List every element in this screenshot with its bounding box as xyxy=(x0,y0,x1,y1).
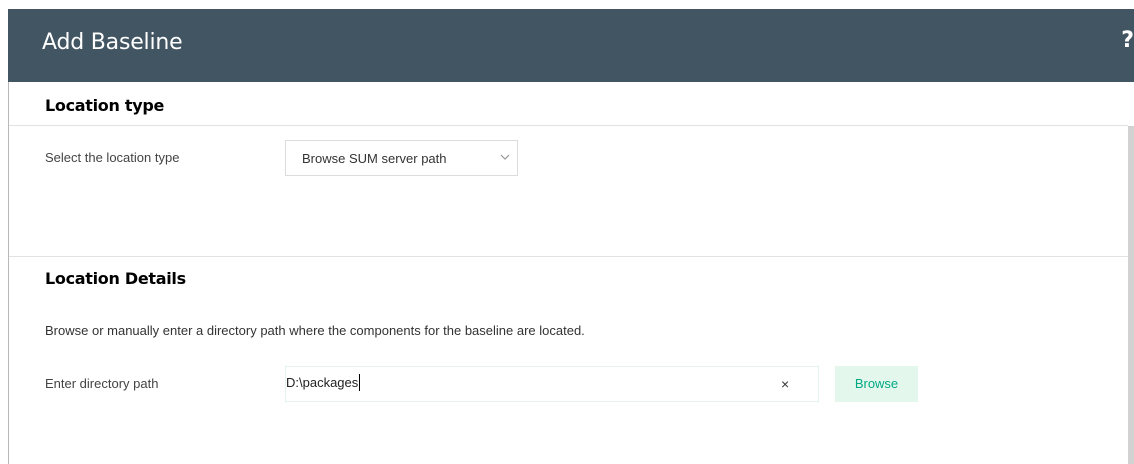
directory-path-value: D:\packages xyxy=(286,375,359,390)
add-baseline-dialog: Add Baseline ? Location type Select the … xyxy=(0,0,1134,464)
dialog-left-border xyxy=(8,82,9,464)
scrollbar-thumb[interactable] xyxy=(1128,126,1134,464)
location-details-description: Browse or manually enter a directory pat… xyxy=(45,323,585,338)
directory-path-label: Enter directory path xyxy=(45,376,159,391)
location-details-heading: Location Details xyxy=(45,269,186,288)
location-type-select-value: Browse SUM server path xyxy=(302,151,447,166)
directory-path-input[interactable]: D:\packages xyxy=(286,374,361,391)
section-divider xyxy=(9,125,1128,126)
help-icon[interactable]: ? xyxy=(1116,28,1134,53)
chevron-down-icon xyxy=(500,154,510,160)
close-icon[interactable]: × xyxy=(781,376,789,392)
dialog-title: Add Baseline xyxy=(42,30,183,55)
text-caret xyxy=(359,374,361,391)
location-type-heading: Location type xyxy=(45,96,165,115)
location-type-label: Select the location type xyxy=(45,150,180,165)
location-type-select[interactable]: Browse SUM server path xyxy=(285,140,518,176)
dialog-header: Add Baseline ? xyxy=(8,9,1134,82)
directory-path-field[interactable]: D:\packages × xyxy=(285,366,819,402)
browse-button[interactable]: Browse xyxy=(835,366,918,402)
section-divider xyxy=(9,256,1128,257)
